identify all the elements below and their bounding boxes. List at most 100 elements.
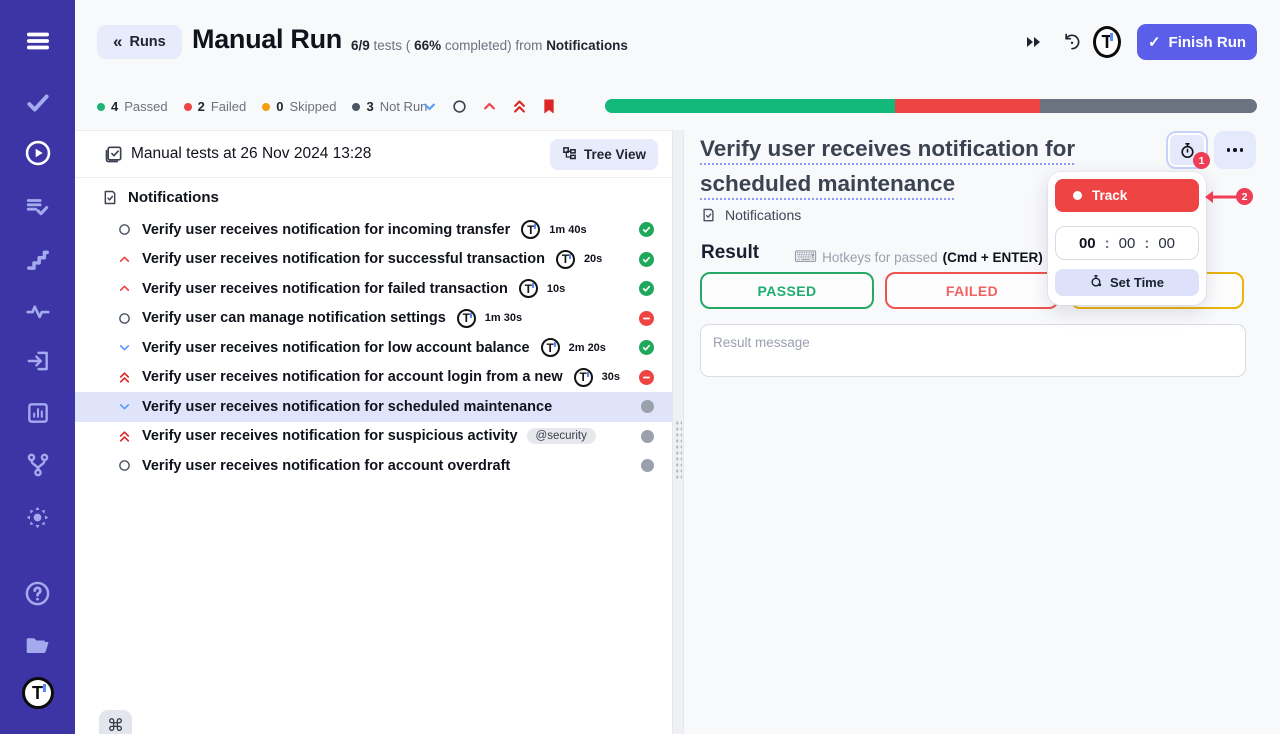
chevron-down-icon[interactable]: [116, 400, 132, 413]
ellipsis-icon: [1227, 148, 1244, 152]
tests-count: 6/9: [351, 38, 370, 53]
run-timestamp-title: Manual tests at 26 Nov 2024 13:28: [131, 145, 371, 163]
app-sidebar: T: [0, 0, 75, 734]
notrun-dot-icon: [641, 459, 654, 472]
time-input-group: 00 : 00 : 00: [1055, 226, 1199, 260]
test-row[interactable]: Verify user receives notification for fa…: [75, 274, 672, 304]
sidebar-menu-icon[interactable]: [0, 24, 75, 58]
test-duration: 10s: [547, 283, 565, 295]
sidebar-play-circle-icon[interactable]: [0, 136, 75, 170]
chevron-down-icon[interactable]: [116, 341, 132, 354]
test-status-badge: [639, 222, 654, 237]
status-dot-icon: [97, 103, 105, 111]
fast-forward-icon[interactable]: [1020, 28, 1048, 56]
track-button[interactable]: Track: [1055, 179, 1199, 212]
chevron-down-icon[interactable]: [420, 97, 438, 115]
sidebar-app-logo-icon[interactable]: T: [0, 676, 75, 710]
retry-timer-icon[interactable]: [1058, 28, 1086, 56]
check-icon: ✓: [1148, 33, 1161, 51]
result-message-input[interactable]: [700, 324, 1246, 377]
bookmark-icon[interactable]: [540, 97, 558, 115]
sidebar-bar-chart-icon[interactable]: [0, 396, 75, 430]
finish-run-button[interactable]: ✓ Finish Run: [1137, 24, 1257, 60]
test-row[interactable]: Verify user receives notification for ac…: [75, 363, 672, 393]
failed-result-button[interactable]: FAILED: [885, 272, 1059, 309]
source-suite: Notifications: [546, 38, 628, 53]
sidebar-steps-icon[interactable]: [0, 243, 75, 277]
test-status-badge: [641, 430, 654, 443]
chevron-up-icon[interactable]: [116, 282, 132, 295]
bar-chart-icon: [25, 400, 51, 426]
app-logo-icon: T: [22, 677, 54, 709]
automation-logo-icon: T: [521, 220, 540, 239]
test-row[interactable]: Verify user receives notification for in…: [75, 215, 672, 245]
hours-input[interactable]: 00: [1079, 235, 1096, 252]
test-detail-panel: Verify user receives notification for sc…: [684, 110, 1280, 734]
automation-logo-icon: T: [541, 338, 560, 357]
failed-minus-icon: [639, 311, 654, 326]
circle-priority-icon[interactable]: [116, 312, 132, 325]
test-row[interactable]: Verify user receives notification for sc…: [75, 392, 672, 422]
sidebar-check-icon[interactable]: [0, 86, 75, 120]
sidebar-gear-icon[interactable]: [0, 500, 75, 534]
test-row[interactable]: Verify user can manage notification sett…: [75, 304, 672, 334]
status-dot-icon: [262, 103, 270, 111]
double-chevron-up-icon[interactable]: [116, 429, 132, 444]
circle-priority-icon[interactable]: [116, 223, 132, 236]
test-duration: 1m 30s: [485, 312, 522, 324]
page-title: Manual Run: [192, 24, 342, 55]
sidebar-list-check-icon[interactable]: [0, 190, 75, 224]
test-status-badge: [639, 340, 654, 355]
detail-suite-row[interactable]: Notifications: [701, 207, 801, 223]
seconds-input[interactable]: 00: [1158, 235, 1175, 252]
count-not-run[interactable]: 3Not Run: [352, 99, 427, 114]
test-status-badge: [641, 400, 654, 413]
count-passed[interactable]: 4Passed: [97, 99, 168, 114]
circle-priority-icon[interactable]: [116, 459, 132, 472]
test-duration: 20s: [584, 253, 602, 265]
test-title: Verify user receives notification for fa…: [142, 281, 508, 297]
sidebar-pulse-icon[interactable]: [0, 294, 75, 328]
more-options-button[interactable]: [1214, 131, 1256, 169]
annotation-step-2-badge: 2: [1236, 188, 1253, 205]
suite-group-row[interactable]: Notifications: [102, 189, 219, 206]
test-title: Verify user receives notification for ac…: [142, 458, 510, 474]
double-chevron-up-icon[interactable]: [510, 97, 528, 115]
git-branch-icon: [25, 452, 51, 478]
circle-icon[interactable]: [450, 97, 468, 115]
back-to-runs-button[interactable]: « Runs: [97, 25, 182, 59]
set-time-button[interactable]: Set Time: [1055, 269, 1199, 296]
count-failed[interactable]: 2Failed: [184, 99, 247, 114]
chevron-up-icon[interactable]: [116, 253, 132, 266]
test-row[interactable]: Verify user receives notification for lo…: [75, 333, 672, 363]
sidebar-help-icon[interactable]: [0, 576, 75, 610]
test-row[interactable]: Verify user receives notification for ac…: [75, 451, 672, 481]
sidebar-sign-in-icon[interactable]: [0, 344, 75, 378]
passed-check-icon: [639, 252, 654, 267]
tree-view-button[interactable]: Tree View: [550, 139, 658, 170]
test-row[interactable]: Verify user receives notification for su…: [75, 245, 672, 275]
logo-icon[interactable]: T: [1093, 28, 1121, 56]
passed-result-button[interactable]: PASSED: [700, 272, 874, 309]
test-list-header: Manual tests at 26 Nov 2024 13:28 Tree V…: [75, 131, 672, 178]
passed-check-icon: [639, 340, 654, 355]
test-status-badge: [641, 459, 654, 472]
test-row[interactable]: Verify user receives notification for su…: [75, 422, 672, 452]
status-dot-icon: [184, 103, 192, 111]
sidebar-git-branch-icon[interactable]: [0, 448, 75, 482]
tree-view-icon: [562, 146, 577, 164]
double-chevron-left-icon: «: [113, 32, 122, 52]
test-title: Verify user can manage notification sett…: [142, 310, 446, 326]
automation-logo-icon: T: [574, 368, 593, 387]
top-header: « Runs Manual Run 6/9 tests ( 66% comple…: [75, 0, 1280, 85]
failed-minus-icon: [639, 370, 654, 385]
sidebar-folder-icon[interactable]: [0, 627, 75, 661]
chevron-up-icon[interactable]: [480, 97, 498, 115]
command-shortcut-button[interactable]: ⌘: [99, 710, 132, 734]
test-tag[interactable]: @security: [527, 428, 596, 444]
minutes-input[interactable]: 00: [1119, 235, 1136, 252]
double-chevron-up-icon[interactable]: [116, 370, 132, 385]
divider-drag-handle[interactable]: [675, 420, 682, 480]
play-circle-icon: [24, 139, 52, 167]
count-skipped[interactable]: 0Skipped: [262, 99, 336, 114]
